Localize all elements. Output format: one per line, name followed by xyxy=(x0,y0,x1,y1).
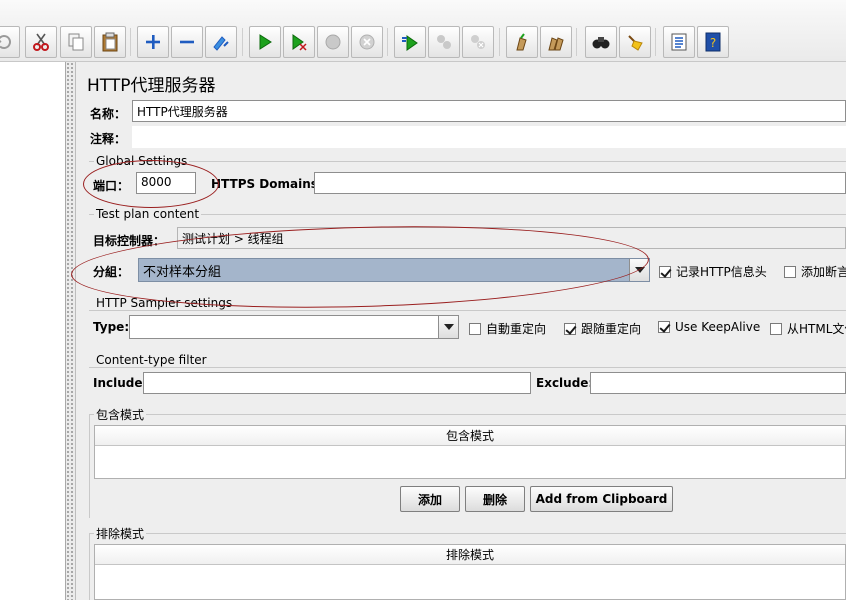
remote-start-icon xyxy=(402,35,418,51)
toggle-button[interactable] xyxy=(205,26,237,58)
search-button[interactable] xyxy=(585,26,617,58)
copy-icon xyxy=(68,33,84,51)
auto-redirect-checkbox[interactable]: 自動重定向 xyxy=(469,320,546,337)
collapse-button[interactable] xyxy=(171,26,203,58)
exclude-field[interactable] xyxy=(590,372,846,394)
reset-search-icon xyxy=(628,35,643,51)
checkbox-unchecked-icon xyxy=(770,322,782,335)
comment-field[interactable] xyxy=(132,126,846,148)
revert-button[interactable] xyxy=(0,26,20,58)
clear-all-icon xyxy=(548,37,564,51)
target-controller-label: 目标控制器： xyxy=(93,234,166,248)
clear-button[interactable] xyxy=(506,26,538,58)
paste-button[interactable] xyxy=(94,26,126,58)
clear-icon xyxy=(516,33,527,51)
remote-shutdown-button[interactable] xyxy=(462,26,494,58)
stop-icon xyxy=(325,34,341,50)
function-helper-icon xyxy=(671,33,687,51)
checkbox-unchecked-icon xyxy=(469,322,481,335)
start-no-pause-icon xyxy=(292,34,307,51)
follow-redirect-label: 跟随重定向 xyxy=(581,322,642,336)
from-html-checkbox[interactable]: 从HTML文件 xyxy=(770,320,846,337)
proxy-server-panel: HTTP代理服务器 名称： HTTP代理服务器 注释： Global Setti… xyxy=(70,62,846,600)
checkbox-checked-icon xyxy=(658,321,670,333)
include-patterns-column-header[interactable]: 包含模式 xyxy=(95,426,845,446)
help-button[interactable]: ? xyxy=(697,26,729,58)
checkbox-checked-icon xyxy=(659,265,671,278)
start-no-pause-button[interactable] xyxy=(283,26,315,58)
target-controller-field[interactable]: 测试计划 > 线程组 xyxy=(177,227,846,249)
toolbar: ? xyxy=(0,0,846,62)
test-plan-content-title: Test plan content xyxy=(94,207,202,221)
include-label: Include: xyxy=(93,376,148,390)
name-label: 名称： xyxy=(90,107,127,121)
exclude-label: Exclude: xyxy=(536,376,594,390)
add-assertions-label: 添加断言 xyxy=(801,265,846,279)
include-field[interactable] xyxy=(143,372,531,394)
checkbox-checked-icon xyxy=(564,322,576,335)
remote-shutdown-icon xyxy=(471,35,485,49)
remote-stop-button[interactable] xyxy=(428,26,460,58)
chevron-down-icon xyxy=(438,316,458,338)
include-patterns-table[interactable]: 包含模式 xyxy=(94,425,846,479)
search-icon xyxy=(592,37,610,49)
split-divider[interactable] xyxy=(66,62,76,600)
global-settings-title: Global Settings xyxy=(94,154,190,168)
chevron-down-icon xyxy=(629,259,649,281)
start-icon xyxy=(259,34,272,50)
https-domains-field[interactable] xyxy=(314,172,846,194)
type-label: Type: xyxy=(93,320,130,334)
port-label: 端口： xyxy=(93,179,130,193)
name-field[interactable]: HTTP代理服务器 xyxy=(132,100,846,122)
auto-redirect-label: 自動重定向 xyxy=(486,322,547,336)
use-keepalive-label: Use KeepAlive xyxy=(675,320,761,334)
record-http-headers-checkbox[interactable]: 记录HTTP信息头 xyxy=(659,263,767,280)
comment-label: 注释： xyxy=(90,132,127,146)
collapse-icon xyxy=(180,40,194,44)
expand-icon xyxy=(146,35,160,49)
remote-stop-icon xyxy=(437,35,451,49)
checkbox-unchecked-icon xyxy=(784,265,796,278)
shutdown-button[interactable] xyxy=(351,26,383,58)
copy-button[interactable] xyxy=(60,26,92,58)
help-icon: ? xyxy=(705,32,721,52)
exclude-patterns-title: 排除模式 xyxy=(94,525,147,542)
https-domains-label: HTTPS Domains : xyxy=(211,177,327,191)
include-patterns-title: 包含模式 xyxy=(94,406,147,423)
paste-icon xyxy=(102,32,118,52)
cut-icon xyxy=(33,33,49,51)
remote-start-button[interactable] xyxy=(394,26,426,58)
delete-button[interactable]: 删除 xyxy=(465,486,525,512)
type-select[interactable] xyxy=(129,315,459,339)
toggle-icon xyxy=(213,36,229,51)
add-assertions-checkbox[interactable]: 添加断言 xyxy=(784,263,846,280)
start-button[interactable] xyxy=(249,26,281,58)
use-keepalive-checkbox[interactable]: Use KeepAlive xyxy=(658,320,760,334)
clear-all-button[interactable] xyxy=(540,26,572,58)
expand-button[interactable] xyxy=(137,26,169,58)
add-from-clipboard-button[interactable]: Add from Clipboard xyxy=(530,486,673,512)
exclude-patterns-table[interactable]: 排除模式 xyxy=(94,544,846,600)
page-title: HTTP代理服务器 xyxy=(87,76,216,96)
port-field[interactable]: 8000 xyxy=(136,172,196,194)
from-html-label: 从HTML文件 xyxy=(787,322,846,336)
http-sampler-settings-title: HTTP Sampler settings xyxy=(94,296,235,310)
exclude-patterns-column-header[interactable]: 排除模式 xyxy=(95,545,845,565)
grouping-label: 分組： xyxy=(93,265,130,279)
stop-button[interactable] xyxy=(317,26,349,58)
grouping-select[interactable]: 不对样本分組 xyxy=(138,258,650,282)
cut-button[interactable] xyxy=(25,26,57,58)
reset-search-button[interactable] xyxy=(619,26,651,58)
follow-redirect-checkbox[interactable]: 跟随重定向 xyxy=(564,320,641,337)
test-plan-tree[interactable] xyxy=(0,62,66,600)
svg-text:?: ? xyxy=(710,36,716,50)
grouping-select-value: 不对样本分組 xyxy=(143,264,222,280)
content-type-filter-title: Content-type filter xyxy=(94,353,209,367)
add-button[interactable]: 添加 xyxy=(400,486,460,512)
function-helper-button[interactable] xyxy=(663,26,695,58)
shutdown-icon xyxy=(359,34,375,50)
record-http-headers-label: 记录HTTP信息头 xyxy=(676,265,767,279)
revert-icon xyxy=(0,35,11,50)
